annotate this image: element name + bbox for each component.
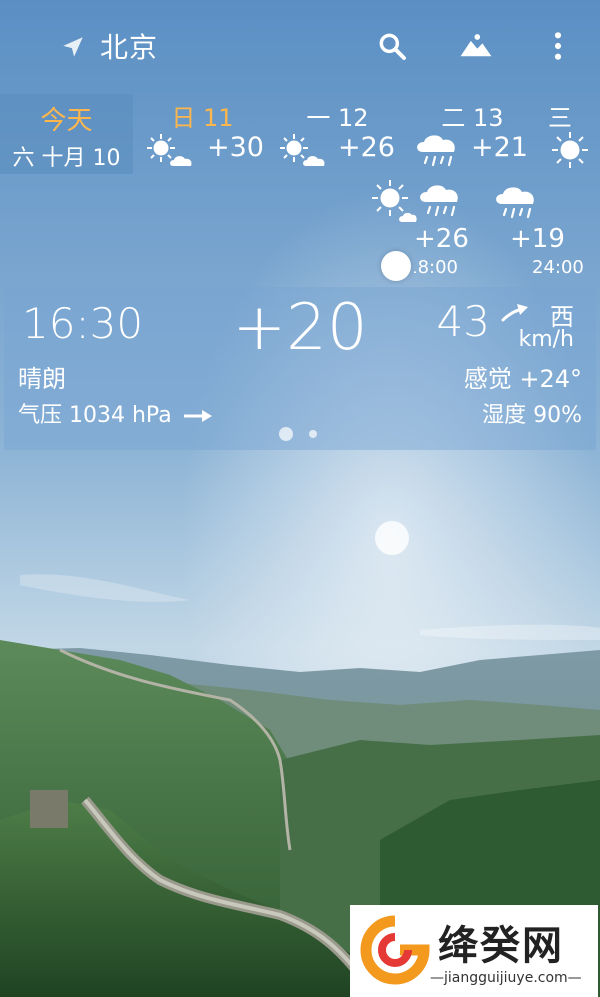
day-date: 六 十月 10 <box>12 146 121 171</box>
day-temp: +21 <box>471 132 528 163</box>
city-name[interactable]: 北京 <box>100 26 158 66</box>
weather-condition: 晴朗 <box>18 365 66 393</box>
rain-icon <box>417 135 455 167</box>
watermark-logo-icon <box>360 915 430 985</box>
forecast-day-tue[interactable]: 二 13 +21 <box>405 94 540 174</box>
sun-cloud-icon <box>147 134 192 166</box>
day-name: 一 12 <box>306 104 369 132</box>
forecast-day-wed[interactable]: 三 <box>540 94 600 174</box>
hour-time: 18:00 <box>414 257 458 278</box>
top-bar: 北京 <box>0 0 600 92</box>
day-name: 二 13 <box>441 104 504 132</box>
hour-temp: +26 <box>414 224 469 254</box>
forecast-day-mon[interactable]: 一 12 +26 <box>270 94 405 174</box>
landscape-icon[interactable] <box>458 30 494 62</box>
wind-unit: km/h <box>518 327 574 352</box>
hour-temp: +19 <box>510 224 565 254</box>
page-dot-active[interactable] <box>279 427 293 441</box>
rain-icon <box>496 187 534 219</box>
wind-speed: 43 <box>436 297 490 346</box>
current-time-sun-marker[interactable] <box>381 251 411 281</box>
more-vert-icon[interactable] <box>542 30 574 62</box>
watermark-url: —jiangguijiuye.com— <box>430 970 582 986</box>
day-name: 日 11 <box>171 104 234 132</box>
hour-time: 24:00 <box>532 257 584 278</box>
sun-icon <box>552 132 588 168</box>
day-name: 今天 <box>40 106 93 136</box>
day-temp: +26 <box>338 132 395 163</box>
arrow-right-icon <box>183 410 212 422</box>
forecast-day-sun[interactable]: 日 11 +30 <box>135 94 270 174</box>
forecast-day-today[interactable]: 今天 六 十月 10 <box>0 94 133 174</box>
daily-forecast: 今天 六 十月 10 日 11 +30 一 12 +26 二 13 +21 三 <box>0 94 600 174</box>
page-indicator <box>4 427 596 441</box>
day-temp: +30 <box>207 132 264 163</box>
page-dot[interactable] <box>309 430 317 438</box>
sun-cloud-icon <box>280 134 325 166</box>
location-arrow-icon[interactable] <box>60 34 86 60</box>
search-icon[interactable] <box>376 30 408 62</box>
pressure-text: 气压 1034 hPa <box>18 403 172 428</box>
wind-direction-icon <box>501 304 528 322</box>
pressure: 气压 1034 hPa <box>18 397 213 429</box>
day-name: 三 <box>548 104 572 132</box>
sun-rain-icon <box>372 180 458 222</box>
feels-like: 感觉 +24° <box>463 365 582 393</box>
humidity: 湿度 90% <box>482 403 582 428</box>
watermark-brand: 绛癸网 <box>438 923 564 969</box>
current-conditions-panel[interactable]: 16:30 +20 43 西 km/h 晴朗 感觉 +24° 气压 1034 h… <box>4 287 596 450</box>
watermark: 绛癸网 —jiangguijiuye.com— <box>350 905 598 997</box>
